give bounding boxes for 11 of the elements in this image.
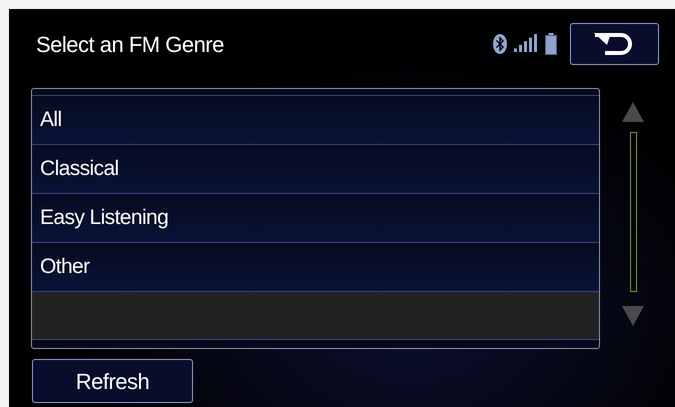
screen-title: Select an FM Genre [36, 30, 224, 58]
scrollbar-thumb[interactable] [630, 132, 636, 292]
genre-item[interactable]: Easy Listening [32, 193, 599, 242]
bluetooth-icon [493, 34, 507, 54]
genre-item[interactable]: Classical [32, 144, 599, 193]
back-button[interactable] [570, 23, 659, 65]
battery-icon [545, 33, 557, 55]
genre-item[interactable]: All [32, 95, 599, 144]
refresh-button[interactable]: Refresh [32, 359, 193, 403]
genre-item[interactable]: Other [32, 242, 599, 291]
signal-icon [514, 34, 538, 54]
